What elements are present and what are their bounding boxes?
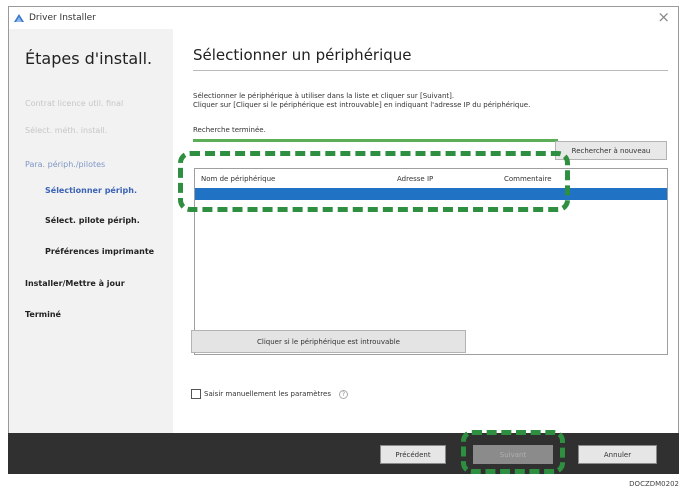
column-device-name[interactable]: Nom de périphérique — [201, 175, 275, 183]
window-title: Driver Installer — [29, 13, 96, 23]
manual-settings-checkbox[interactable] — [191, 389, 201, 399]
instruction-line-2: Cliquer sur [Cliquer si le périphérique … — [193, 101, 531, 109]
previous-button[interactable]: Précédent — [380, 445, 446, 464]
instruction-line-1: Sélectionner le périphérique à utiliser … — [193, 92, 455, 100]
step-select-driver: Sélect. pilote périph. — [45, 216, 140, 225]
title-divider — [193, 70, 668, 71]
device-list-header: Nom de périphérique Adresse IP Commentai… — [195, 169, 667, 186]
device-row-selected[interactable] — [195, 188, 667, 200]
step-device-driver-settings: Para. périph./pilotes — [25, 160, 106, 169]
close-icon[interactable]: × — [657, 9, 670, 25]
column-comment[interactable]: Commentaire — [504, 175, 552, 183]
step-finished: Terminé — [25, 310, 61, 319]
search-again-button[interactable]: Rechercher à nouveau — [555, 141, 667, 160]
installer-window: Driver Installer × Étapes d'install. Con… — [8, 6, 679, 474]
manual-settings-option: Saisir manuellement les paramètres ? — [191, 389, 348, 399]
title-bar: Driver Installer × — [9, 7, 678, 29]
column-ip-address[interactable]: Adresse IP — [397, 175, 433, 183]
step-install-update: Installer/Mettre à jour — [25, 279, 125, 288]
device-not-found-button[interactable]: Cliquer si le périphérique est introuvab… — [191, 330, 466, 353]
cancel-button[interactable]: Annuler — [578, 445, 657, 464]
install-steps-sidebar: Étapes d'install. Contrat licence util. … — [9, 29, 173, 433]
sidebar-title: Étapes d'install. — [25, 49, 153, 68]
installer-app-icon — [14, 13, 24, 22]
page-title: Sélectionner un périphérique — [193, 46, 412, 64]
device-list[interactable]: Nom de périphérique Adresse IP Commentai… — [194, 168, 668, 355]
main-panel: Sélectionner un périphérique Sélectionne… — [173, 29, 678, 433]
search-status: Recherche terminée. — [193, 126, 266, 134]
search-progress-bar — [193, 139, 558, 142]
next-button[interactable]: Suivant — [473, 445, 553, 464]
step-license: Contrat licence util. final — [25, 99, 124, 108]
step-select-device: Sélectionner périph. — [45, 186, 138, 195]
figure-code: DOCZDM0202 — [629, 480, 679, 488]
manual-settings-label[interactable]: Saisir manuellement les paramètres — [204, 390, 331, 398]
help-icon[interactable]: ? — [338, 389, 348, 399]
step-printer-preferences: Préférences imprimante — [45, 247, 155, 256]
step-install-method: Sélect. méth. install. — [25, 126, 108, 135]
